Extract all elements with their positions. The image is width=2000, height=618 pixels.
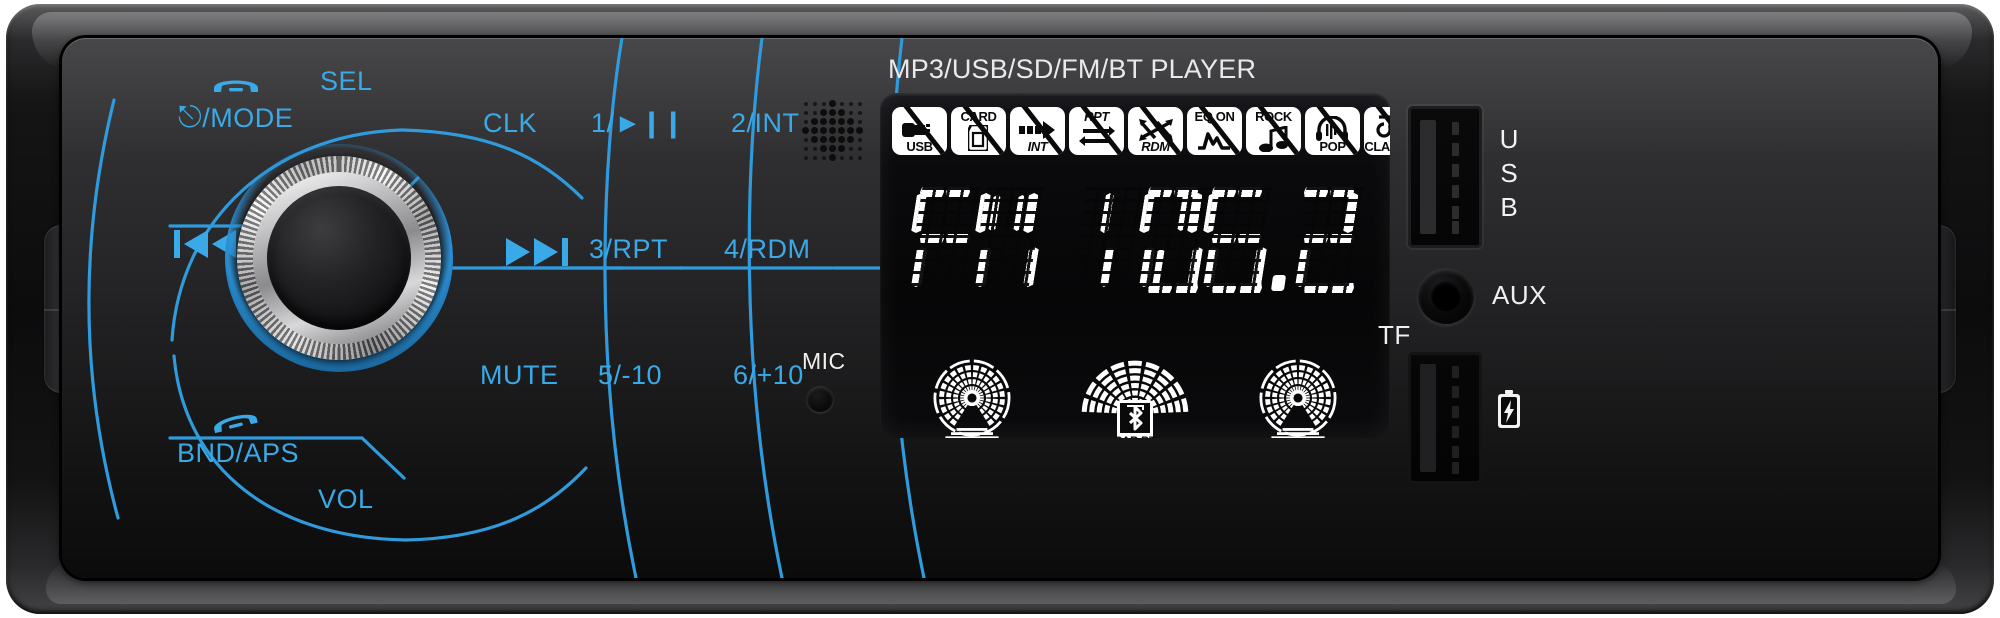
- usb-icon: USB: [892, 107, 947, 155]
- preset-3-label[interactable]: 3/RPT: [589, 234, 668, 265]
- svg-text:CAR BT: CAR BT: [1114, 435, 1156, 438]
- bluetooth-center-icon: CAR BT: [1081, 360, 1189, 438]
- knob-face[interactable]: [267, 186, 411, 330]
- phone-hangup-icon: [214, 414, 258, 434]
- lcd-digit: [1197, 187, 1273, 295]
- tf-label: TF: [1378, 320, 1411, 350]
- intro-icon: INT: [1010, 107, 1065, 155]
- vol-label[interactable]: VOL: [318, 484, 374, 515]
- repeat-icon: RPT: [1069, 107, 1124, 155]
- lcd-digit: [1289, 187, 1365, 295]
- lcd-digit: [905, 187, 981, 295]
- preset-4-label[interactable]: 4/RDM: [724, 234, 811, 265]
- card-icon: CARD: [951, 107, 1006, 155]
- power-mode-label[interactable]: ⎋/MODE: [178, 101, 293, 135]
- faceplate: ⎋/MODE SEL VOL BND/APS CLK MUTE 1/►❙❙ 5/…: [62, 38, 1938, 578]
- speaker-left-icon: [933, 359, 1011, 438]
- preset-6-label[interactable]: 6/+10: [733, 360, 804, 391]
- usb-label: USB: [1499, 124, 1519, 222]
- lcd-digit: [1270, 187, 1292, 295]
- mic-label: MIC: [802, 348, 846, 374]
- sel-label[interactable]: SEL: [320, 66, 373, 97]
- lcd-digit: [1133, 187, 1209, 295]
- car-stereo-screenshot: ⎋/MODE SEL VOL BND/APS CLK MUTE 1/►❙❙ 5/…: [0, 0, 2000, 618]
- speaker-dot-grid: [802, 100, 864, 162]
- bnd-aps-label[interactable]: BND/APS: [177, 438, 299, 469]
- speaker-right-icon: [1259, 359, 1337, 438]
- aux-label: AUX: [1492, 280, 1547, 310]
- preset-5-label[interactable]: 5/-10: [598, 360, 662, 391]
- random-icon: RDM: [1128, 107, 1183, 155]
- phone-offhook-icon: [214, 80, 258, 92]
- tf-card-slot[interactable]: [1408, 352, 1482, 484]
- play-pause-icon: ►❙❙: [614, 108, 685, 138]
- eq-on-icon: EQ ON: [1187, 107, 1242, 155]
- preset-1-label[interactable]: 1/►❙❙: [591, 108, 685, 139]
- lcd-digit: [1042, 187, 1072, 295]
- preset-2-label[interactable]: 2/INT: [731, 108, 800, 139]
- lcd-digit: [969, 187, 1045, 295]
- lcd-frequency-text: [905, 187, 1365, 295]
- classic-icon: CLASSIC: [1364, 107, 1390, 155]
- usb-port-top[interactable]: [1408, 106, 1482, 248]
- power-icon: ⎋: [178, 101, 203, 134]
- pop-icon: POP: [1305, 107, 1360, 155]
- frequency-readout: [880, 181, 1390, 301]
- status-icon-row: USBCARDINTRPTRDMEQ ONROCKPOPCLASSIC: [892, 107, 1390, 155]
- clk-label[interactable]: CLK: [483, 108, 537, 139]
- lcd-display: USBCARDINTRPTRDMEQ ONROCKPOPCLASSIC: [880, 93, 1390, 438]
- display-title: MP3/USB/SD/FM/BT PLAYER: [888, 54, 1257, 84]
- mic-hole: [807, 386, 833, 412]
- battery-charging-icon: [1498, 390, 1520, 428]
- volume-knob[interactable]: [225, 144, 453, 372]
- next-track-icon[interactable]: [502, 234, 574, 270]
- rock-icon: ROCK: [1246, 107, 1301, 155]
- lcd-digit: [1069, 187, 1145, 295]
- aux-jack[interactable]: [1418, 268, 1474, 324]
- port-panel: USB AUX TF: [1378, 84, 1930, 554]
- mute-label[interactable]: MUTE: [480, 360, 559, 391]
- visualizer-graphics: CAR BT: [880, 302, 1390, 438]
